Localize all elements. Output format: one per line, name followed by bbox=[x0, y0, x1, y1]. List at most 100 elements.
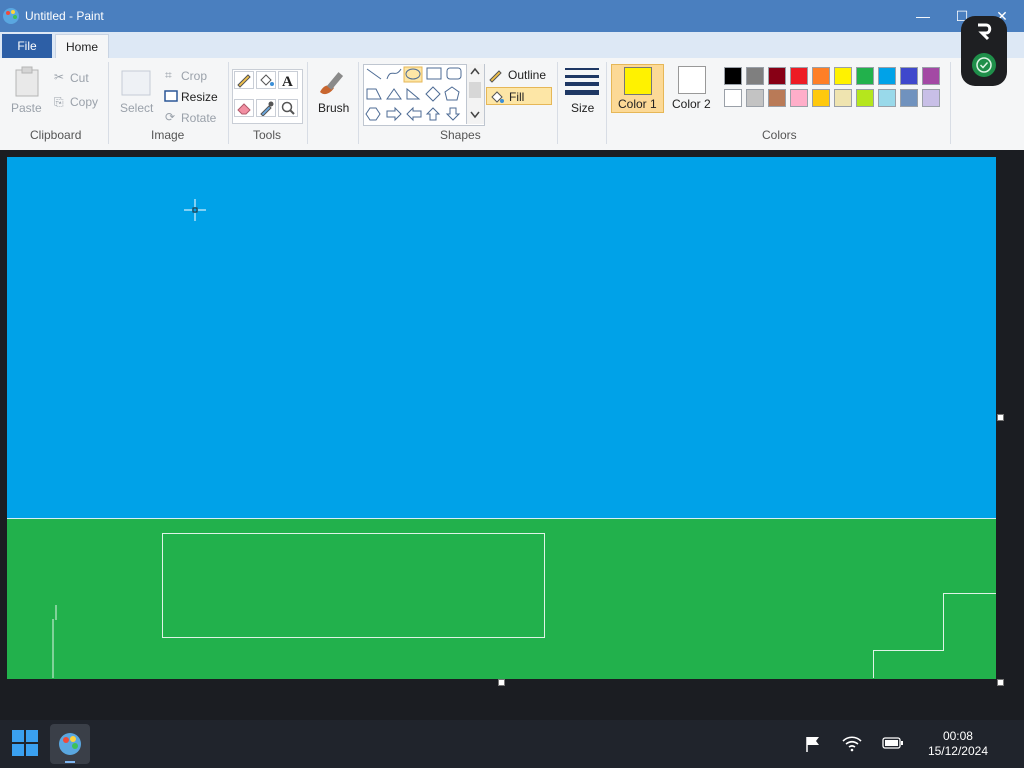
rotate-button[interactable]: Rotate bbox=[181, 111, 216, 125]
divider bbox=[950, 62, 951, 144]
palette-swatch[interactable] bbox=[878, 67, 896, 85]
minimize-button[interactable]: — bbox=[911, 6, 935, 26]
divider bbox=[557, 62, 558, 144]
palette-swatch[interactable] bbox=[856, 67, 874, 85]
palette-swatch[interactable] bbox=[900, 67, 918, 85]
eraser-tool[interactable] bbox=[234, 99, 254, 117]
palette-swatch[interactable] bbox=[768, 89, 786, 107]
clock-time: 00:08 bbox=[942, 729, 973, 743]
magnifier-tool[interactable] bbox=[278, 99, 298, 117]
brush-icon[interactable] bbox=[316, 66, 350, 98]
color-picker-tool[interactable] bbox=[256, 99, 276, 117]
assistant-widget[interactable] bbox=[961, 16, 1007, 86]
resize-handle-right[interactable] bbox=[997, 414, 1004, 421]
color1-swatch bbox=[624, 67, 652, 95]
wifi-icon[interactable] bbox=[842, 734, 862, 752]
scroll-thumb[interactable] bbox=[469, 82, 481, 98]
color2-button[interactable]: Color 2 bbox=[667, 64, 720, 113]
palette-swatch[interactable] bbox=[878, 89, 896, 107]
color2-swatch bbox=[678, 66, 706, 94]
shapes-group-label: Shapes bbox=[440, 128, 481, 142]
paste-icon[interactable] bbox=[13, 66, 41, 98]
brush-button[interactable]: Brush bbox=[318, 101, 349, 115]
palette-swatch[interactable] bbox=[790, 67, 808, 85]
paint-app-icon bbox=[3, 8, 19, 24]
divider bbox=[228, 62, 229, 144]
active-indicator bbox=[65, 761, 75, 763]
drawing-canvas[interactable] bbox=[7, 157, 996, 679]
color2-label: Color 2 bbox=[672, 97, 711, 111]
text-tool[interactable]: A bbox=[278, 71, 298, 90]
flag-icon[interactable] bbox=[804, 735, 822, 753]
ribbon-tabs: File Home bbox=[0, 32, 1024, 58]
battery-icon[interactable] bbox=[882, 737, 904, 749]
divider bbox=[606, 62, 607, 144]
chevron-up-icon[interactable] bbox=[470, 67, 480, 75]
palette-swatch[interactable] bbox=[724, 67, 742, 85]
palette-swatch[interactable] bbox=[746, 67, 764, 85]
eraser-icon bbox=[237, 103, 251, 115]
outline-button[interactable]: Outline bbox=[486, 66, 552, 84]
system-clock[interactable]: 00:08 15/12/2024 bbox=[928, 729, 988, 759]
tab-home[interactable]: Home bbox=[55, 34, 109, 58]
palette-swatch[interactable] bbox=[812, 67, 830, 85]
resize-button[interactable]: Resize bbox=[181, 90, 218, 104]
rotate-icon: ⟳ bbox=[165, 110, 176, 124]
size-button[interactable]: Size bbox=[571, 101, 594, 115]
tab-file[interactable]: File bbox=[2, 34, 52, 58]
window-title: Untitled - Paint bbox=[25, 9, 104, 23]
taskbar bbox=[0, 720, 1024, 768]
cut-icon: ✂ bbox=[54, 70, 65, 84]
clipboard-group-label: Clipboard bbox=[30, 128, 82, 142]
copy-button[interactable]: Copy bbox=[70, 95, 98, 109]
select-button[interactable]: Select bbox=[120, 101, 153, 115]
color1-button[interactable]: Color 1 bbox=[611, 64, 664, 113]
paste-button[interactable]: Paste bbox=[11, 101, 42, 115]
shapes-scrollbar[interactable] bbox=[466, 64, 484, 124]
tools-group-label: Tools bbox=[253, 128, 282, 142]
palette-swatch[interactable] bbox=[724, 89, 742, 107]
palette-swatch[interactable] bbox=[900, 89, 918, 107]
pencil-icon bbox=[237, 74, 251, 88]
palette-swatch[interactable] bbox=[768, 67, 786, 85]
divider bbox=[358, 62, 359, 144]
image-group-label: Image bbox=[151, 128, 185, 142]
copy-icon: ⎘ bbox=[54, 95, 64, 109]
colors-group-label: Colors bbox=[762, 128, 797, 142]
windows-start-icon[interactable] bbox=[11, 729, 39, 757]
fill-icon bbox=[491, 91, 504, 103]
paint-taskbar-icon bbox=[59, 733, 81, 755]
divider bbox=[108, 62, 109, 144]
taskbar-paint-app[interactable] bbox=[50, 724, 90, 764]
svg-text:A: A bbox=[282, 74, 293, 88]
fill-label: Fill bbox=[509, 90, 525, 104]
outline-label: Outline bbox=[508, 68, 547, 82]
size-icon[interactable] bbox=[565, 66, 599, 96]
crop-button[interactable]: Crop bbox=[181, 69, 207, 83]
palette-swatch[interactable] bbox=[834, 67, 852, 85]
fill-button[interactable]: Fill bbox=[486, 87, 552, 105]
palette-swatch[interactable] bbox=[922, 89, 940, 107]
assistant-logo-icon bbox=[978, 23, 992, 41]
fill-tool[interactable] bbox=[256, 71, 276, 89]
palette-swatch[interactable] bbox=[834, 89, 852, 107]
outline-icon bbox=[489, 70, 502, 83]
palette-swatch[interactable] bbox=[746, 89, 764, 107]
crosshair-cursor bbox=[184, 199, 206, 221]
resize-handle-corner[interactable] bbox=[997, 679, 1004, 686]
palette-swatch[interactable] bbox=[922, 67, 940, 85]
divider bbox=[307, 62, 308, 144]
select-icon[interactable] bbox=[121, 70, 151, 96]
palette-swatch[interactable] bbox=[856, 89, 874, 107]
shapes-gallery-icons bbox=[365, 66, 462, 122]
clock-date: 15/12/2024 bbox=[927, 744, 988, 758]
palette-swatch[interactable] bbox=[790, 89, 808, 107]
cut-button[interactable]: Cut bbox=[70, 71, 89, 85]
chevron-down-icon[interactable] bbox=[470, 111, 480, 119]
status-check-icon bbox=[972, 53, 996, 77]
canvas-drawn-lines bbox=[52, 533, 996, 678]
title-bar: Untitled - Paint — ☐ ✕ bbox=[0, 0, 1024, 32]
palette-swatch[interactable] bbox=[812, 89, 830, 107]
pencil-tool[interactable] bbox=[234, 71, 254, 89]
resize-handle-bottom[interactable] bbox=[498, 679, 505, 686]
